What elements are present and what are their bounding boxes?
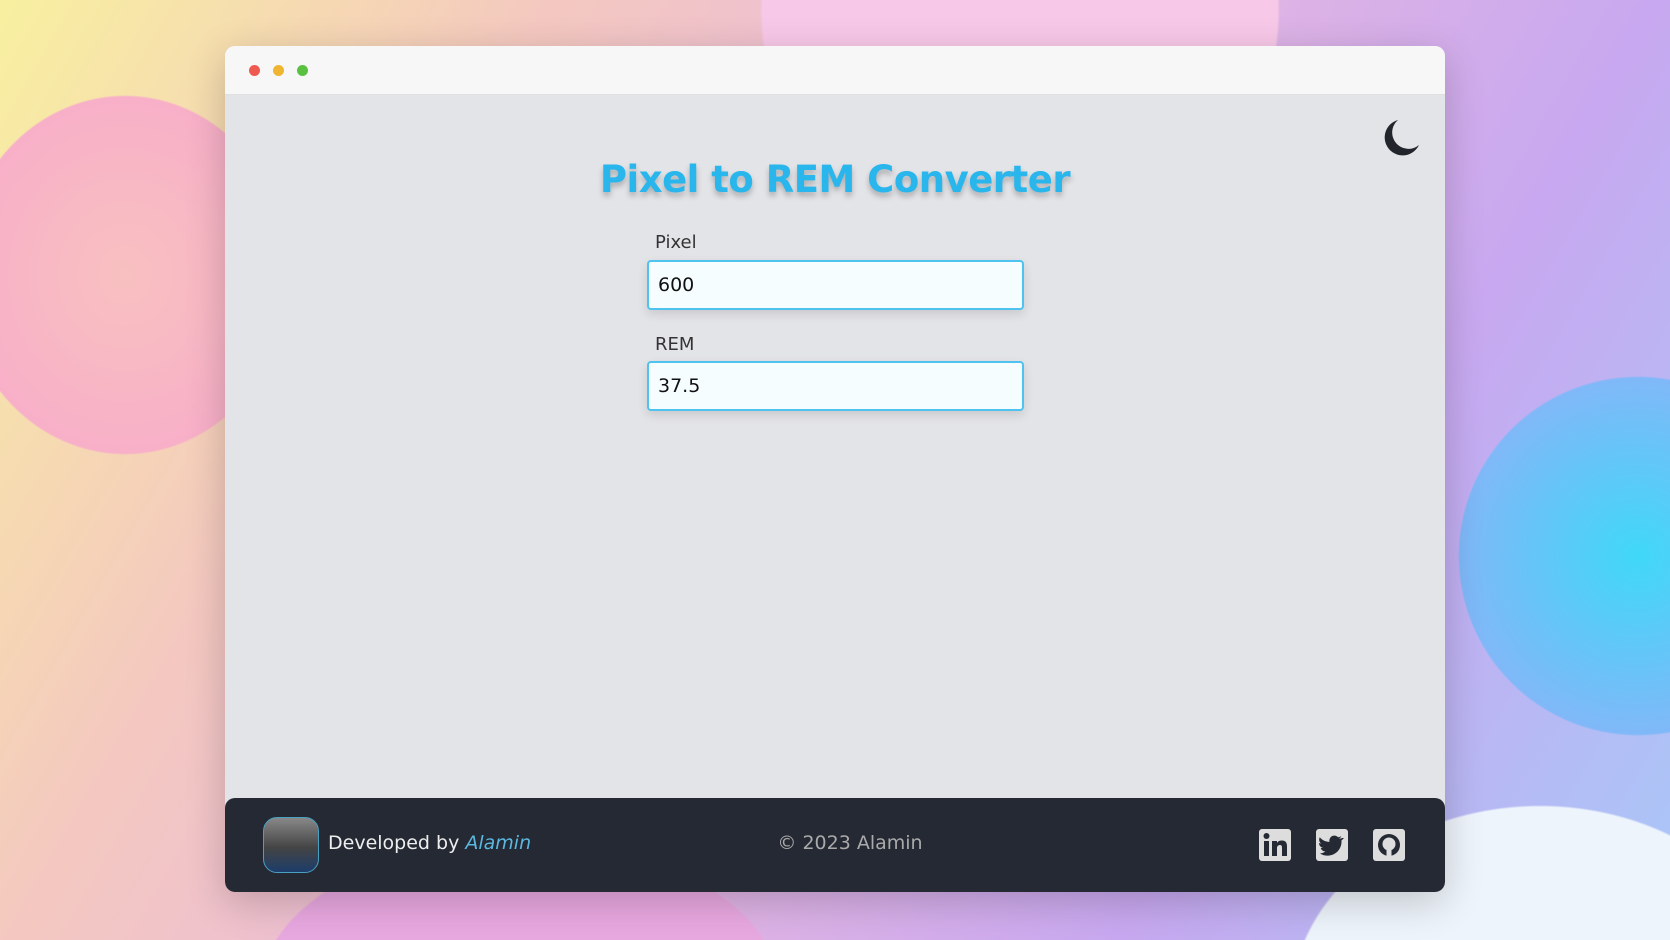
pixel-input[interactable]: [647, 260, 1024, 310]
browser-window: Pixel to REM Converter Pixel REM Develop…: [225, 46, 1445, 892]
pixel-label: Pixel: [655, 232, 697, 253]
rem-input[interactable]: [647, 361, 1024, 411]
linkedin-icon[interactable]: [1258, 828, 1292, 862]
close-dot[interactable]: [249, 65, 260, 76]
maximize-dot[interactable]: [297, 65, 308, 76]
moon-icon[interactable]: [1381, 118, 1421, 158]
title-bar: [225, 46, 1445, 95]
footer: Developed by Alamin © 2023 Alamin: [225, 798, 1445, 892]
minimize-dot[interactable]: [273, 65, 284, 76]
github-icon[interactable]: [1372, 828, 1406, 862]
twitter-icon[interactable]: [1315, 828, 1349, 862]
rem-label: REM: [655, 334, 694, 355]
page-title: Pixel to REM Converter: [225, 158, 1445, 201]
